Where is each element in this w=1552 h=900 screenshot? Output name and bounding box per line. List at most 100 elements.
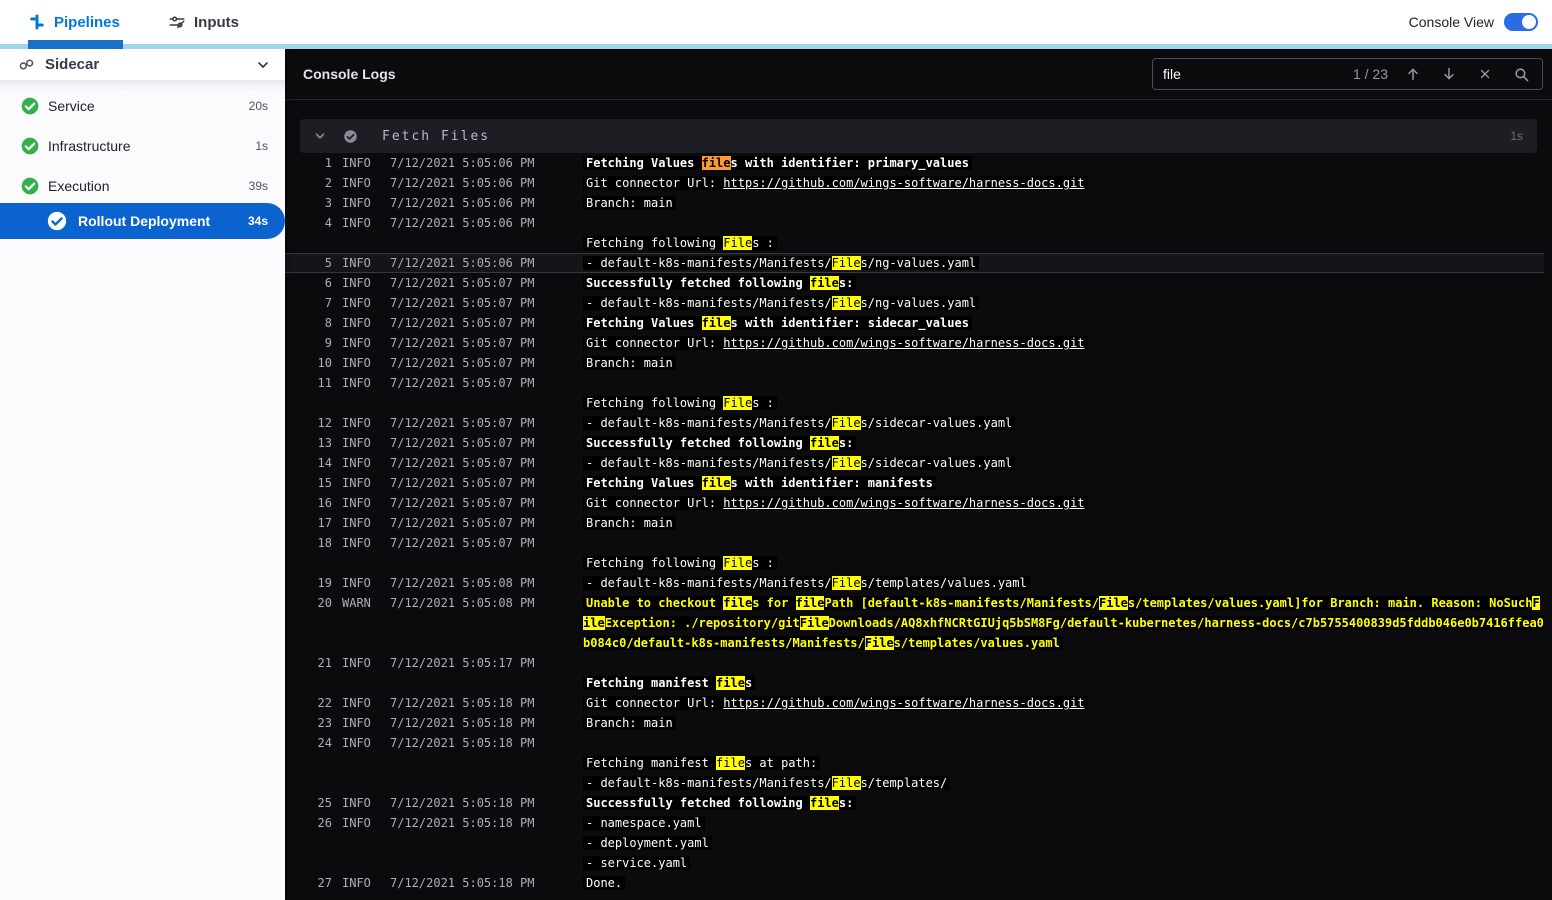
log-timestamp: 7/12/2021 5:05:06 PM [390, 196, 535, 210]
log-link[interactable]: https://github.com/wings-software/harnes… [723, 336, 1084, 350]
log-timestamp: 7/12/2021 5:05:17 PM [390, 656, 535, 670]
log-message-text: Fetching following Files : [583, 396, 777, 410]
next-match-button[interactable] [1438, 63, 1460, 85]
log-message: - service.yaml [583, 853, 1544, 873]
line-number [285, 753, 332, 773]
console-header: Console Logs 1 / 23 [285, 49, 1552, 100]
tab-inputs[interactable]: Inputs [168, 0, 239, 44]
tab-pipelines[interactable]: Pipelines [28, 0, 120, 44]
log-level: INFO [342, 576, 371, 590]
log-row: 15 INFO 7/12/2021 5:05:07 PM Fetching Value… [285, 473, 1544, 493]
log-message-text: Done. [583, 876, 626, 890]
success-check-icon [20, 176, 40, 196]
search-match: file [716, 676, 745, 690]
log-level: INFO [342, 656, 371, 670]
log-link[interactable]: https://github.com/wings-software/harnes… [723, 696, 1084, 710]
log-timestamp [390, 673, 583, 693]
sidebar-item-rollout-deployment[interactable]: Rollout Deployment 34s [0, 203, 285, 239]
sidebar-item-execution[interactable]: Execution 39s [0, 166, 285, 206]
section-chevron-icon[interactable] [313, 129, 327, 143]
search-icon[interactable] [1510, 63, 1532, 85]
log-level [332, 393, 390, 413]
log-level: INFO [342, 476, 371, 490]
log-row: 19 INFO 7/12/2021 5:05:08 PM - default-k8s-… [285, 573, 1544, 593]
log-message-text: Branch: main [583, 356, 676, 370]
line-number [285, 673, 332, 693]
line-number: 1 [324, 156, 332, 170]
line-number: 10 [317, 356, 332, 370]
log-level [332, 853, 390, 873]
line-number [285, 233, 332, 253]
log-message-text: Fetching following Files : [583, 236, 777, 250]
section-success-icon [343, 129, 358, 144]
sidebar-item-infrastructure[interactable]: Infrastructure 1s [0, 126, 285, 166]
log-message-text: - default-k8s-manifests/Manifests/Files/… [583, 776, 951, 790]
search-match: File [831, 256, 861, 270]
log-message-text: Git connector Url: https://github.com/wi… [583, 696, 1088, 710]
log-timestamp: 7/12/2021 5:05:18 PM [390, 796, 535, 810]
line-number [285, 853, 332, 873]
line-number: 9 [324, 336, 332, 350]
log-timestamp: 7/12/2021 5:05:07 PM [390, 296, 535, 310]
search-input[interactable] [1163, 66, 1339, 82]
log-message-text: Fetching following Files : [583, 556, 777, 570]
match-counter: 1 / 23 [1352, 66, 1388, 82]
line-number: 22 [317, 696, 332, 710]
log-link[interactable]: https://github.com/wings-software/harnes… [723, 176, 1084, 190]
log-message: Fetching manifest files [583, 673, 1544, 693]
log-message: Fetching following Files : [583, 393, 1544, 413]
log-row: Fetching manifest files [285, 673, 1544, 693]
previous-match-button[interactable] [1402, 63, 1424, 85]
line-number: 16 [317, 496, 332, 510]
log-timestamp: 7/12/2021 5:05:18 PM [390, 876, 535, 890]
log-level [332, 233, 390, 253]
console-view-label: Console View [1408, 14, 1494, 30]
clear-search-button[interactable] [1474, 63, 1496, 85]
log-message: Fetching Values files with identifier: m… [583, 473, 1544, 493]
log-message: Successfully fetched following files: [583, 433, 1544, 453]
log-level: INFO [342, 536, 371, 550]
log-level: INFO [342, 156, 371, 170]
console-view-toggle[interactable] [1504, 13, 1538, 31]
log-message-text: - default-k8s-manifests/Manifests/Files/… [583, 256, 980, 270]
log-message: Successfully fetched following files: [583, 793, 1544, 813]
step-check-icon [46, 210, 68, 232]
log-message-text: Fetching Values files with identifier: p… [583, 156, 972, 170]
log-section-fetch-files[interactable]: Fetch Files 1s [300, 119, 1537, 153]
log-timestamp: 7/12/2021 5:05:07 PM [390, 316, 535, 330]
log-row: 12 INFO 7/12/2021 5:05:07 PM - default-k8s-… [285, 413, 1544, 433]
log-timestamp: 7/12/2021 5:05:07 PM [390, 476, 535, 490]
log-timestamp: 7/12/2021 5:05:07 PM [390, 336, 535, 350]
search-match: File [723, 396, 753, 410]
log-message: - default-k8s-manifests/Manifests/Files/… [583, 413, 1544, 433]
log-timestamp: 7/12/2021 5:05:07 PM [390, 516, 535, 530]
accent-strip [0, 44, 1552, 49]
log-timestamp: 7/12/2021 5:05:07 PM [390, 536, 535, 550]
toggle-knob [1522, 15, 1536, 29]
log-message-text: - service.yaml [583, 856, 691, 870]
search-match: File [799, 616, 829, 630]
line-number: 24 [317, 736, 332, 750]
log-row: 26 INFO 7/12/2021 5:05:18 PM - namespace.ya… [285, 813, 1544, 833]
chevron-down-icon[interactable] [255, 57, 271, 73]
line-number: 7 [324, 296, 332, 310]
pipeline-header[interactable]: Sidecar [0, 49, 285, 81]
log-message-text: Git connector Url: https://github.com/wi… [583, 496, 1088, 510]
tab-pipelines-label: Pipelines [54, 13, 120, 31]
log-message-text: - namespace.yaml [583, 816, 705, 830]
line-number: 26 [317, 816, 332, 830]
log-timestamp: 7/12/2021 5:05:07 PM [390, 416, 535, 430]
search-match: file [809, 796, 839, 810]
log-message-text: Branch: main [583, 196, 676, 210]
pipelines-icon [28, 13, 46, 31]
log-link[interactable]: https://github.com/wings-software/harnes… [723, 496, 1084, 510]
section-duration: 1s [1510, 129, 1523, 143]
log-level: INFO [342, 416, 371, 430]
log-message-text: Unable to checkout files for filePath [d… [583, 596, 1544, 650]
log-message: Git connector Url: https://github.com/wi… [583, 173, 1544, 193]
log-message: Fetching following Files : [583, 233, 1544, 253]
step-duration: 34s [247, 214, 268, 228]
sidebar-item-service[interactable]: Service 20s [0, 86, 285, 126]
log-row: 22 INFO 7/12/2021 5:05:18 PM Git connector … [285, 693, 1544, 713]
log-row: 18 INFO 7/12/2021 5:05:07 PM [285, 533, 1544, 553]
